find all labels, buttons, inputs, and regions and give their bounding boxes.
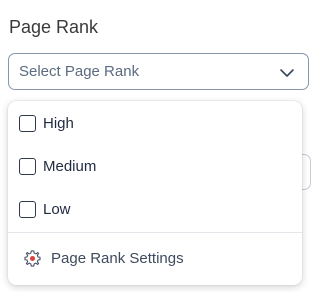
high-checkbox[interactable] [19,115,36,132]
chevron-down-icon [280,69,294,77]
menu-divider [8,232,302,233]
option-label: High [43,115,74,132]
page-rank-settings-button[interactable]: Page Rank Settings [8,242,302,276]
page-rank-label: Page Rank [9,17,99,37]
gear-icon [24,250,41,267]
option-label: Low [43,201,71,218]
option-medium[interactable]: Medium [8,149,302,185]
medium-checkbox[interactable] [19,158,36,175]
page-rank-dropdown-menu: High Medium Low Page Rank Settings [8,101,302,285]
page-rank-filter: Page Rank Select Page Rank High Medium L… [0,0,323,292]
page-rank-select[interactable]: Select Page Rank [8,53,309,90]
settings-label: Page Rank Settings [51,250,184,267]
select-placeholder: Select Page Rank [19,63,140,80]
option-high[interactable]: High [8,106,302,142]
option-label: Medium [43,158,97,175]
option-low[interactable]: Low [8,192,302,228]
low-checkbox[interactable] [19,201,36,218]
